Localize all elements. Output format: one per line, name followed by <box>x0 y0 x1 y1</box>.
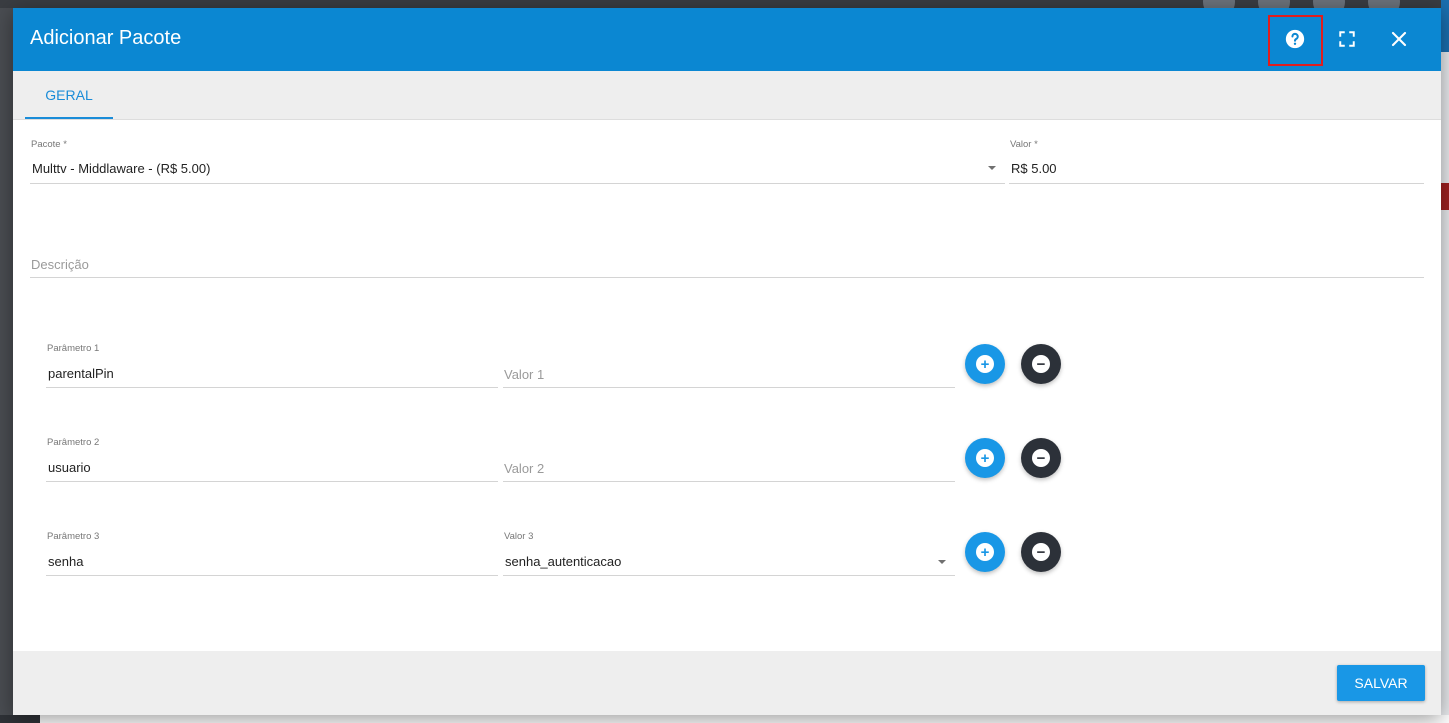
parameter-3-label: Parâmetro 3 <box>47 531 100 542</box>
parameter-1-input[interactable]: Parâmetro 1 parentalPin <box>46 343 498 388</box>
package-value: Multtv - Middlaware - (R$ 5.00) <box>32 161 211 176</box>
dialog-footer: SALVAR <box>13 651 1441 715</box>
plus-icon: + <box>976 449 994 467</box>
add-parameter-button[interactable]: + <box>965 438 1005 478</box>
value-value: R$ 5.00 <box>1011 161 1057 176</box>
minus-icon: − <box>1032 449 1050 467</box>
minus-icon: − <box>1032 355 1050 373</box>
plus-icon: + <box>976 543 994 561</box>
background-page-top <box>0 0 1449 18</box>
value-3-select[interactable]: Valor 3 senha_autenticacao <box>503 531 955 576</box>
close-button[interactable] <box>1384 24 1414 54</box>
background-page-bottom <box>0 715 1449 723</box>
remove-parameter-button[interactable]: − <box>1021 532 1061 572</box>
package-label: Pacote * <box>31 139 67 150</box>
dialog-title: Adicionar Pacote <box>30 27 182 49</box>
save-button[interactable]: SALVAR <box>1337 665 1425 701</box>
value-1-input[interactable]: Valor 1 <box>503 343 955 388</box>
parameter-1-label: Parâmetro 1 <box>47 343 100 354</box>
value-2-placeholder: Valor 2 <box>504 461 545 476</box>
parameter-3-input[interactable]: Parâmetro 3 senha <box>46 531 498 576</box>
tab-geral[interactable]: GERAL <box>25 71 113 119</box>
dialog-header: Adicionar Pacote <box>13 8 1441 71</box>
value-3-value: senha_autenticacao <box>505 554 622 569</box>
value-1-placeholder: Valor 1 <box>504 367 545 382</box>
package-select[interactable]: Pacote * Multtv - Middlaware - (R$ 5.00) <box>30 139 1005 184</box>
add-parameter-button[interactable]: + <box>965 344 1005 384</box>
minus-icon: − <box>1032 543 1050 561</box>
background-page-right <box>1441 0 1449 723</box>
parameter-2-label: Parâmetro 2 <box>47 437 100 448</box>
parameter-2-value: usuario <box>48 460 91 475</box>
plus-icon: + <box>976 355 994 373</box>
close-icon <box>1391 31 1407 47</box>
value-label: Valor * <box>1010 139 1038 150</box>
description-placeholder: Descrição <box>31 257 89 272</box>
value-3-label: Valor 3 <box>504 531 534 542</box>
fullscreen-button[interactable] <box>1332 24 1362 54</box>
background-badge <box>1441 183 1449 210</box>
remove-parameter-button[interactable]: − <box>1021 438 1061 478</box>
tab-bar: GERAL <box>13 71 1441 120</box>
remove-parameter-button[interactable]: − <box>1021 344 1061 384</box>
parameter-2-input[interactable]: Parâmetro 2 usuario <box>46 437 498 482</box>
chevron-down-icon <box>988 166 996 170</box>
fullscreen-icon <box>1339 31 1355 47</box>
add-parameter-button[interactable]: + <box>965 532 1005 572</box>
value-2-input[interactable]: Valor 2 <box>503 437 955 482</box>
chevron-down-icon <box>938 560 946 564</box>
background-bar <box>1441 0 1449 52</box>
background-bar <box>0 715 40 723</box>
value-input[interactable]: Valor * R$ 5.00 <box>1009 139 1424 184</box>
help-button[interactable] <box>1280 24 1310 54</box>
add-package-dialog: Adicionar Pacote GERAL Pacote * Multtv -… <box>13 8 1441 715</box>
description-input[interactable]: Descrição <box>30 248 1424 278</box>
help-icon <box>1285 29 1305 49</box>
parameter-3-value: senha <box>48 554 84 569</box>
parameter-1-value: parentalPin <box>48 366 114 381</box>
